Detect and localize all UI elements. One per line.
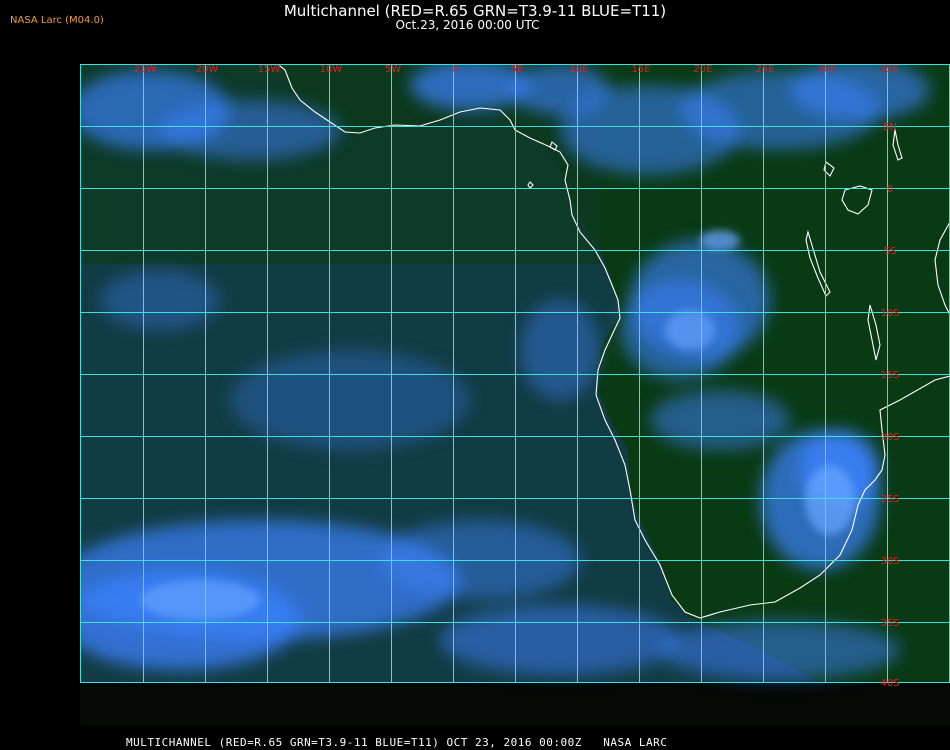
latitude-label: 30S — [880, 556, 899, 567]
longitude-label: 10E — [569, 64, 588, 75]
footer-caption: MULTICHANNEL (RED=R.65 GRN=T3.9-11 BLUE=… — [126, 736, 668, 749]
longitude-label: 5E — [511, 64, 524, 75]
longitude-label: 10W — [320, 64, 343, 75]
latitude-label: 15S — [880, 370, 899, 381]
longitude-label: 15W — [258, 64, 281, 75]
latitude-label: 40S — [880, 678, 899, 689]
satellite-map: 25W 20W 15W 10W 5W 0 5E 10E 15E 20E 25E 30E 35E 5N 0 5… — [80, 64, 950, 726]
longitude-label: 35E — [879, 64, 898, 75]
latitude-label: 10S — [880, 308, 899, 319]
longitude-label: 30E — [817, 64, 836, 75]
longitude-label: 25E — [755, 64, 774, 75]
latitude-label: 5N — [883, 122, 897, 133]
latitude-label: 5S — [884, 246, 897, 257]
latitude-label: 0 — [887, 184, 893, 195]
longitude-label: 0 — [452, 64, 458, 75]
imagery-layer — [80, 64, 950, 726]
latitude-label: 25S — [880, 494, 899, 505]
no-data-band — [80, 683, 950, 726]
latitude-label: 20S — [880, 432, 899, 443]
longitude-label: 20E — [693, 64, 712, 75]
longitude-label: 5W — [385, 64, 401, 75]
longitude-label: 25W — [134, 64, 157, 75]
longitude-label: 15E — [631, 64, 650, 75]
longitude-label: 20W — [196, 64, 219, 75]
latitude-label: 35S — [880, 618, 899, 629]
